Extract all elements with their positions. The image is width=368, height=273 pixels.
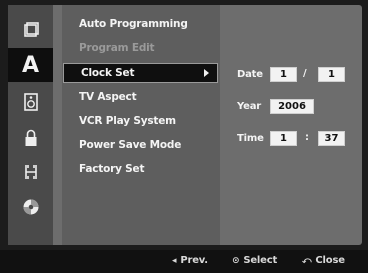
date-label: Date (237, 69, 263, 80)
menu-item-factory-set[interactable]: Factory Set (62, 159, 218, 179)
close-label: Close (315, 255, 345, 266)
menu-item-label: Auto Programming (79, 18, 188, 30)
date-month-field[interactable]: 1 (270, 67, 297, 82)
prev-label: Prev. (180, 255, 208, 266)
dvd-disc-icon[interactable] (8, 190, 53, 224)
close-hint[interactable]: ⤺ Close (302, 255, 345, 266)
menu-item-label: TV Aspect (79, 91, 137, 103)
menu-item-label: VCR Play System (79, 115, 176, 127)
date-separator: / (303, 68, 307, 79)
menu-item-label: Power Save Mode (79, 139, 182, 151)
menu-item-label: Clock Set (81, 67, 135, 79)
select-label: Select (243, 255, 278, 266)
enter-icon: ⊙ (232, 255, 240, 266)
date-day-field[interactable]: 1 (318, 67, 345, 82)
menu-item-power-save-mode[interactable]: Power Save Mode (62, 135, 218, 155)
menu-item-tv-aspect[interactable]: TV Aspect (62, 87, 218, 107)
speaker-icon[interactable] (8, 85, 53, 119)
menu-item-label: Factory Set (79, 163, 145, 175)
time-label: Time (237, 133, 264, 144)
year-label: Year (237, 101, 261, 112)
menu-item-label: Program Edit (79, 42, 155, 54)
menu-item-program-edit[interactable]: Program Edit (62, 38, 218, 58)
language-icon[interactable]: A (8, 48, 53, 82)
time-separator: : (305, 132, 309, 143)
recording-icon[interactable] (8, 155, 53, 189)
language-icon-letter: A (21, 52, 40, 78)
chevron-right-icon (204, 69, 209, 77)
return-icon: ⤺ (302, 255, 312, 266)
lock-icon[interactable] (8, 121, 53, 155)
select-hint[interactable]: ⊙ Select (232, 255, 277, 266)
year-field[interactable]: 2006 (270, 99, 314, 114)
time-hour-field[interactable]: 1 (270, 131, 297, 146)
left-arrow-icon: ◂ (172, 255, 177, 266)
disc-setup-icon[interactable] (8, 13, 53, 47)
menu-item-auto-programming[interactable]: Auto Programming (62, 14, 218, 34)
menu-item-vcr-play-system[interactable]: VCR Play System (62, 111, 218, 131)
menu-item-clock-set[interactable]: Clock Set (63, 63, 218, 83)
time-minute-field[interactable]: 37 (318, 131, 345, 146)
prev-hint[interactable]: ◂ Prev. (172, 255, 208, 266)
